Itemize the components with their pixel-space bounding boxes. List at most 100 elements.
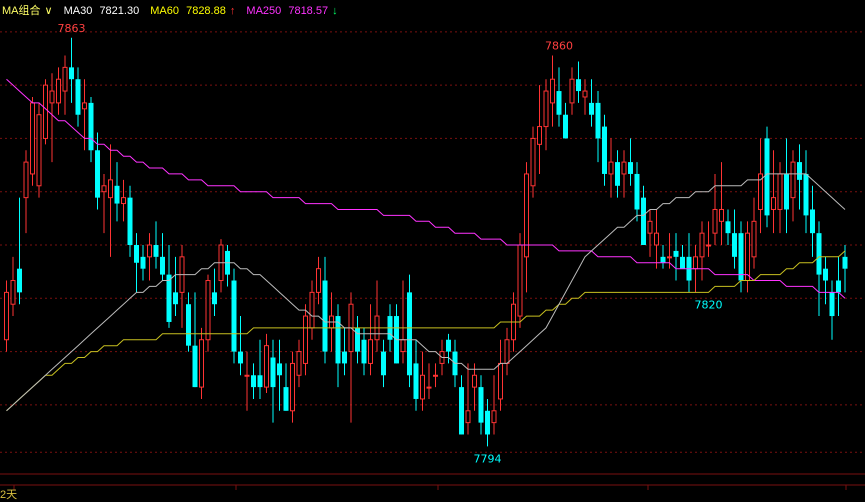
candle-body-114 bbox=[745, 232, 750, 282]
candle-body-1 bbox=[10, 280, 16, 305]
candle-body-119 bbox=[777, 173, 783, 210]
candle-body-16 bbox=[108, 179, 113, 199]
candle-body-70 bbox=[459, 387, 464, 435]
candle-body-26 bbox=[173, 292, 178, 305]
candle-body-95 bbox=[621, 161, 627, 175]
candle-body-87 bbox=[569, 78, 575, 104]
candle-body-109 bbox=[712, 208, 718, 234]
candle-body-106 bbox=[693, 256, 698, 270]
high-price-label-1: 7860 bbox=[545, 40, 573, 53]
candle-body-99 bbox=[647, 220, 653, 234]
candle-body-102 bbox=[667, 256, 672, 259]
candle-body-120 bbox=[784, 173, 789, 210]
candle-body-4 bbox=[30, 102, 35, 175]
candle-body-58 bbox=[381, 351, 386, 376]
candle-body-20 bbox=[134, 245, 139, 263]
candle-body-93 bbox=[608, 161, 614, 175]
candle-body-47 bbox=[309, 291, 315, 329]
candle-body-22 bbox=[147, 244, 152, 258]
candle-body-9 bbox=[62, 66, 68, 92]
candle-body-100 bbox=[654, 232, 659, 246]
candle-body-55 bbox=[361, 339, 367, 364]
candle-body-107 bbox=[699, 232, 705, 258]
candle-body-28 bbox=[186, 304, 191, 346]
candle-body-96 bbox=[628, 162, 633, 174]
candle-body-103 bbox=[673, 250, 679, 257]
candle-body-84 bbox=[550, 78, 555, 104]
candle-body-48 bbox=[316, 268, 321, 293]
candle-body-74 bbox=[485, 410, 490, 435]
candle-body-38 bbox=[251, 375, 256, 388]
candle-body-44 bbox=[290, 362, 295, 412]
candle-body-97 bbox=[634, 173, 640, 210]
candle-body-88 bbox=[576, 79, 581, 92]
candle-body-37 bbox=[244, 374, 250, 377]
candle-body-65 bbox=[426, 386, 432, 389]
candle-body-112 bbox=[732, 233, 737, 257]
candle-body-127 bbox=[829, 292, 835, 317]
candle-body-73 bbox=[478, 387, 484, 423]
candle-body-90 bbox=[589, 102, 594, 115]
candle-body-46 bbox=[303, 315, 308, 364]
candle-body-117 bbox=[764, 138, 770, 216]
candle-body-45 bbox=[296, 351, 302, 376]
candle-body-108 bbox=[706, 244, 711, 247]
candle-body-77 bbox=[504, 339, 510, 364]
candle-body-41 bbox=[270, 357, 276, 388]
candle-body-104 bbox=[680, 256, 685, 269]
candle-body-42 bbox=[277, 363, 282, 376]
candle-body-129 bbox=[842, 256, 848, 269]
candle-body-49 bbox=[322, 280, 328, 352]
candlestick-chart[interactable]: 7863 7860 7820 7794 bbox=[0, 0, 865, 501]
candle-body-81 bbox=[530, 137, 536, 187]
candle-body-15 bbox=[101, 185, 107, 193]
candle-body-18 bbox=[121, 197, 126, 205]
candle-body-128 bbox=[836, 280, 841, 293]
candle-body-85 bbox=[556, 91, 562, 115]
candle-body-118 bbox=[771, 197, 776, 210]
candle-body-21 bbox=[140, 256, 146, 269]
candle-body-62 bbox=[407, 292, 412, 376]
candle-body-30 bbox=[199, 339, 204, 388]
candle-body-121 bbox=[790, 161, 796, 199]
candle-body-92 bbox=[602, 126, 607, 174]
candle-body-17 bbox=[114, 185, 120, 204]
candle-body-13 bbox=[88, 102, 94, 151]
candle-body-32 bbox=[212, 292, 217, 305]
candle-body-83 bbox=[543, 90, 549, 128]
candle-body-61 bbox=[400, 339, 406, 353]
candle-body-0 bbox=[4, 291, 9, 341]
candle-body-11 bbox=[75, 79, 81, 115]
candle-body-86 bbox=[563, 114, 568, 139]
candle-body-5 bbox=[36, 114, 42, 187]
candle-body-19 bbox=[127, 197, 133, 245]
candle-body-123 bbox=[803, 173, 809, 216]
candle-body-7 bbox=[49, 90, 55, 104]
candle-body-101 bbox=[660, 256, 666, 263]
candle-body-12 bbox=[82, 102, 87, 110]
candle-body-110 bbox=[719, 208, 724, 222]
candle-body-68 bbox=[446, 339, 451, 352]
candle-body-40 bbox=[264, 345, 269, 388]
candle-body-3 bbox=[23, 161, 29, 199]
candle-body-8 bbox=[56, 78, 61, 104]
candle-body-6 bbox=[43, 84, 48, 139]
candle-body-66 bbox=[433, 374, 438, 377]
candle-body-89 bbox=[582, 90, 588, 98]
candle-body-25 bbox=[166, 274, 172, 322]
candle-body-52 bbox=[342, 351, 347, 364]
candle-body-82 bbox=[537, 126, 542, 145]
candle-body-111 bbox=[725, 221, 731, 234]
candle-body-2 bbox=[17, 268, 22, 293]
candle-body-113 bbox=[738, 233, 744, 281]
candle-body-39 bbox=[257, 375, 263, 388]
candle-body-76 bbox=[498, 362, 503, 400]
candle-body-31 bbox=[205, 280, 211, 341]
candle-body-80 bbox=[524, 173, 529, 258]
candle-body-10 bbox=[69, 67, 74, 80]
candle-body-75 bbox=[491, 410, 497, 424]
low-price-label-3: 7794 bbox=[474, 452, 502, 465]
candle-body-29 bbox=[192, 345, 198, 388]
candle-body-24 bbox=[160, 256, 165, 275]
candle-body-56 bbox=[368, 339, 373, 364]
